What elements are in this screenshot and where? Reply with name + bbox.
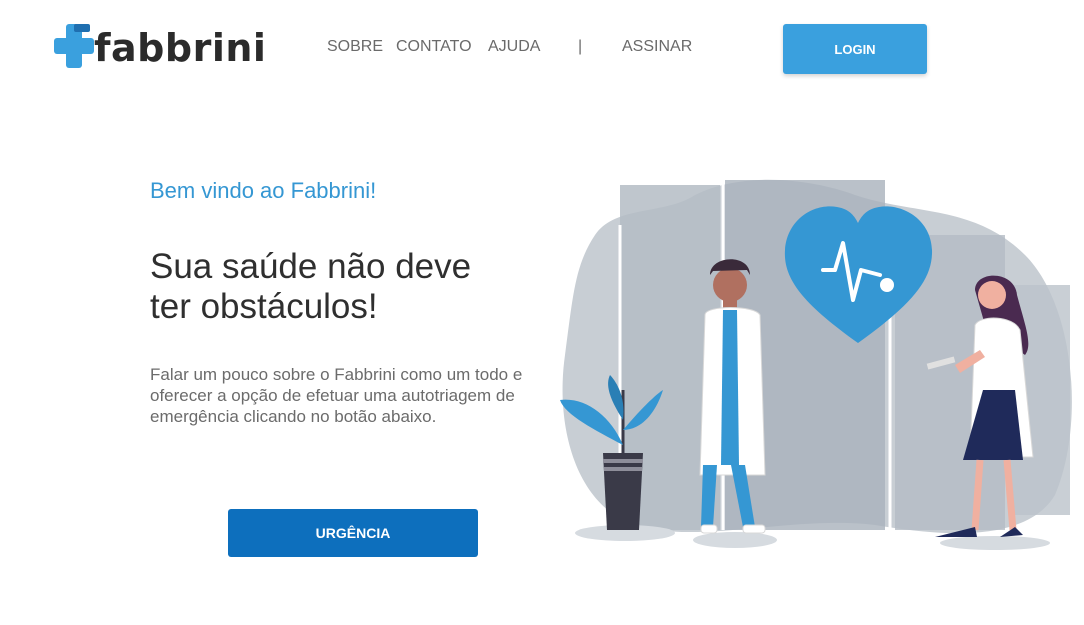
doctors-illustration (560, 179, 1072, 550)
brand-logo[interactable]: fabbrini (54, 22, 266, 72)
page-title: Sua saúde não deve ter obstáculos! (150, 247, 550, 327)
medical-cross-icon (54, 24, 94, 68)
login-button[interactable]: LOGIN (783, 24, 927, 74)
nav-link-assinar[interactable]: ASSINAR (622, 38, 692, 56)
urgency-button[interactable]: URGÊNCIA (228, 509, 478, 557)
nav-link-contato[interactable]: CONTATO (396, 38, 472, 56)
headline-line-2: ter obstáculos! (150, 287, 378, 326)
hero-description: Falar um pouco sobre o Fabbrini como um … (150, 365, 523, 426)
nav-separator: | (578, 38, 583, 55)
welcome-heading: Bem vindo ao Fabbrini! (150, 178, 377, 203)
brand-name: fabbrini (94, 26, 267, 70)
nav-link-ajuda[interactable]: AJUDA (488, 38, 540, 56)
headline-line-1: Sua saúde não deve (150, 247, 472, 286)
nav-link-sobre[interactable]: SOBRE (327, 38, 383, 56)
